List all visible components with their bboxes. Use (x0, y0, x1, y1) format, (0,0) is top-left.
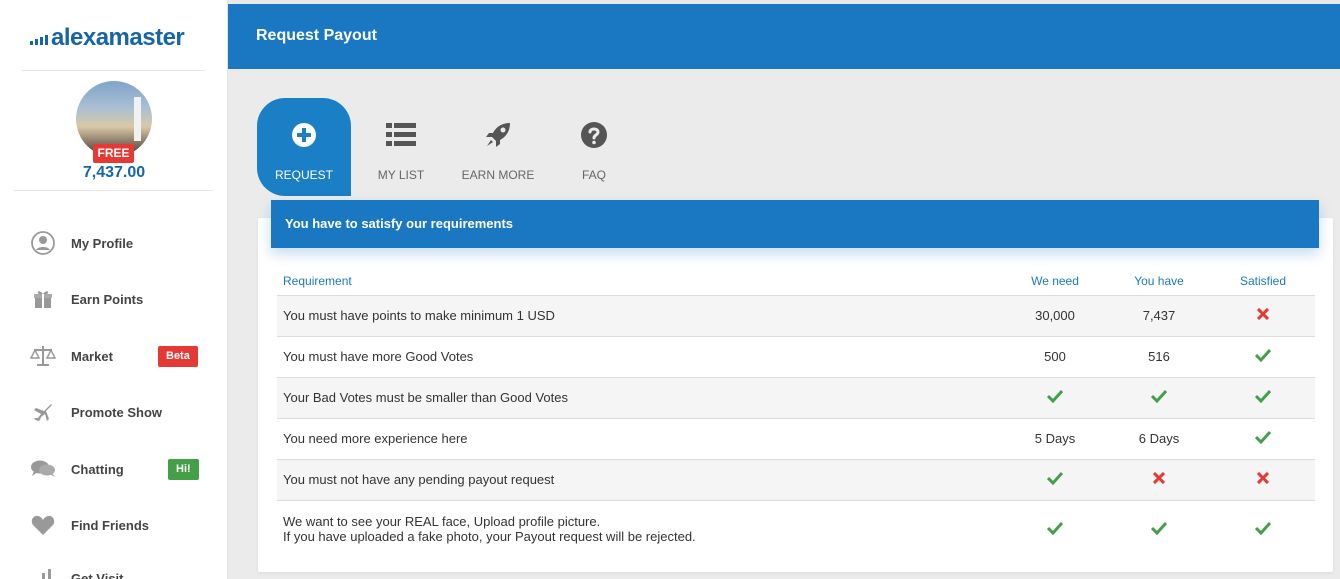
cross-icon (1257, 308, 1269, 320)
requirement-line: We want to see your REAL face, Upload pr… (283, 514, 601, 530)
satisfied-cell (1211, 295, 1315, 337)
sidebar: alexamaster FREE 7,437.00 My Profile Ear… (0, 0, 228, 579)
check-icon (1047, 521, 1063, 535)
you-have-cell: 7,437 (1107, 295, 1211, 337)
requirement-cell: You must not have any pending payout req… (277, 459, 1003, 501)
tab-request[interactable]: REQUEST (257, 98, 351, 196)
satisfied-cell (1211, 336, 1315, 378)
gift-icon (30, 286, 56, 312)
requirement-cell: You need more experience here (277, 418, 1003, 460)
rocket-icon (451, 120, 545, 150)
tab-label: FAQ (581, 168, 606, 182)
membership-badge: FREE (93, 144, 134, 163)
sidebar-item-promote-show[interactable]: Promote Show (0, 392, 227, 432)
we-need-cell (1003, 500, 1107, 558)
chat-icon (30, 456, 56, 482)
lighthouse-image (134, 97, 141, 141)
we-need-cell (1003, 377, 1107, 419)
check-icon (1047, 389, 1063, 403)
sidebar-item-label: Market (71, 348, 113, 364)
sidebar-item-label: Promote Show (71, 404, 163, 420)
logo-text: alexamaster (51, 24, 185, 51)
sidebar-item-chatting[interactable]: Chatting Hi! (0, 449, 227, 489)
tab-label: REQUEST (274, 168, 333, 182)
check-icon (1255, 521, 1271, 535)
scale-icon (30, 343, 56, 369)
table-row: You must have points to make minimum 1 U… (277, 295, 1315, 337)
cross-icon (1153, 472, 1165, 484)
table-row: You need more experience here 5 Days 6 D… (277, 418, 1315, 460)
we-need-cell: 5 Days (1003, 418, 1107, 460)
sidebar-item-market[interactable]: Market Beta (0, 336, 227, 376)
table-row: We want to see your REAL face, Upload pr… (277, 500, 1315, 558)
list-icon (354, 120, 448, 150)
column-header-satisfied: Satisfied (1211, 268, 1315, 296)
divider (22, 70, 205, 71)
requirements-banner: You have to satisfy our requirements (271, 200, 1319, 248)
requirements-table: Requirement We need You have Satisfied Y… (277, 268, 1315, 558)
beta-badge: Beta (158, 345, 198, 367)
you-have-cell (1107, 459, 1211, 501)
brand-logo[interactable]: alexamaster (30, 24, 185, 51)
tab-my-list[interactable]: MY LIST (354, 98, 448, 196)
sidebar-item-label: Earn Points (71, 291, 144, 307)
page-title: Request Payout (256, 27, 377, 44)
user-icon (30, 230, 56, 256)
check-icon (1255, 348, 1271, 362)
sidebar-item-label: Find Friends (71, 517, 149, 533)
sidebar-item-find-friends[interactable]: Find Friends (0, 505, 227, 545)
we-need-cell (1003, 459, 1107, 501)
requirement-cell: You must have points to make minimum 1 U… (277, 295, 1003, 337)
sidebar-item-label: Get Visit (71, 570, 124, 579)
sidebar-item-label: My Profile (71, 235, 134, 251)
table-row: Your Bad Votes must be smaller than Good… (277, 377, 1315, 419)
satisfied-cell (1211, 500, 1315, 558)
chart-icon (30, 565, 56, 579)
you-have-cell (1107, 500, 1211, 558)
points-balance: 7,437.00 (82, 164, 146, 181)
heart-icon (30, 512, 56, 538)
check-icon (1255, 389, 1271, 403)
signal-bars-icon (30, 35, 48, 45)
sidebar-item-earn-points[interactable]: Earn Points (0, 279, 227, 319)
page-header: Request Payout (228, 4, 1340, 69)
column-header-we-need: We need (1003, 268, 1107, 296)
check-icon (1255, 430, 1271, 444)
table-row: You must have more Good Votes 500 516 (277, 336, 1315, 378)
plus-circle-icon (257, 120, 351, 150)
divider (14, 190, 213, 191)
we-need-cell: 30,000 (1003, 295, 1107, 337)
requirement-cell: Your Bad Votes must be smaller than Good… (277, 377, 1003, 419)
sidebar-item-get-visit[interactable]: Get Visit (0, 558, 227, 579)
requirement-line: If you have uploaded a fake photo, your … (283, 529, 696, 545)
check-icon (1151, 521, 1167, 535)
requirement-cell: We want to see your REAL face, Upload pr… (277, 500, 1003, 558)
you-have-cell: 6 Days (1107, 418, 1211, 460)
tab-faq[interactable]: FAQ (547, 98, 641, 196)
column-header-you-have: You have (1107, 268, 1211, 296)
satisfied-cell (1211, 377, 1315, 419)
tab-label: EARN MORE (461, 168, 535, 182)
satisfied-cell (1211, 418, 1315, 460)
you-have-cell: 516 (1107, 336, 1211, 378)
tab-label: MY LIST (377, 168, 425, 182)
tab-earn-more[interactable]: EARN MORE (451, 98, 545, 196)
check-icon (1047, 471, 1063, 485)
satisfied-cell (1211, 459, 1315, 501)
cross-icon (1257, 472, 1269, 484)
check-icon (1151, 389, 1167, 403)
column-header-requirement: Requirement (277, 268, 1003, 296)
table-header-row: Requirement We need You have Satisfied (277, 268, 1315, 296)
plane-icon (30, 399, 56, 425)
requirement-cell: You must have more Good Votes (277, 336, 1003, 378)
table-row: You must not have any pending payout req… (277, 459, 1315, 501)
sidebar-item-label: Chatting (71, 461, 124, 477)
hi-badge: Hi! (168, 458, 199, 480)
you-have-cell (1107, 377, 1211, 419)
sidebar-item-my-profile[interactable]: My Profile (0, 223, 227, 263)
question-circle-icon (547, 120, 641, 150)
we-need-cell: 500 (1003, 336, 1107, 378)
